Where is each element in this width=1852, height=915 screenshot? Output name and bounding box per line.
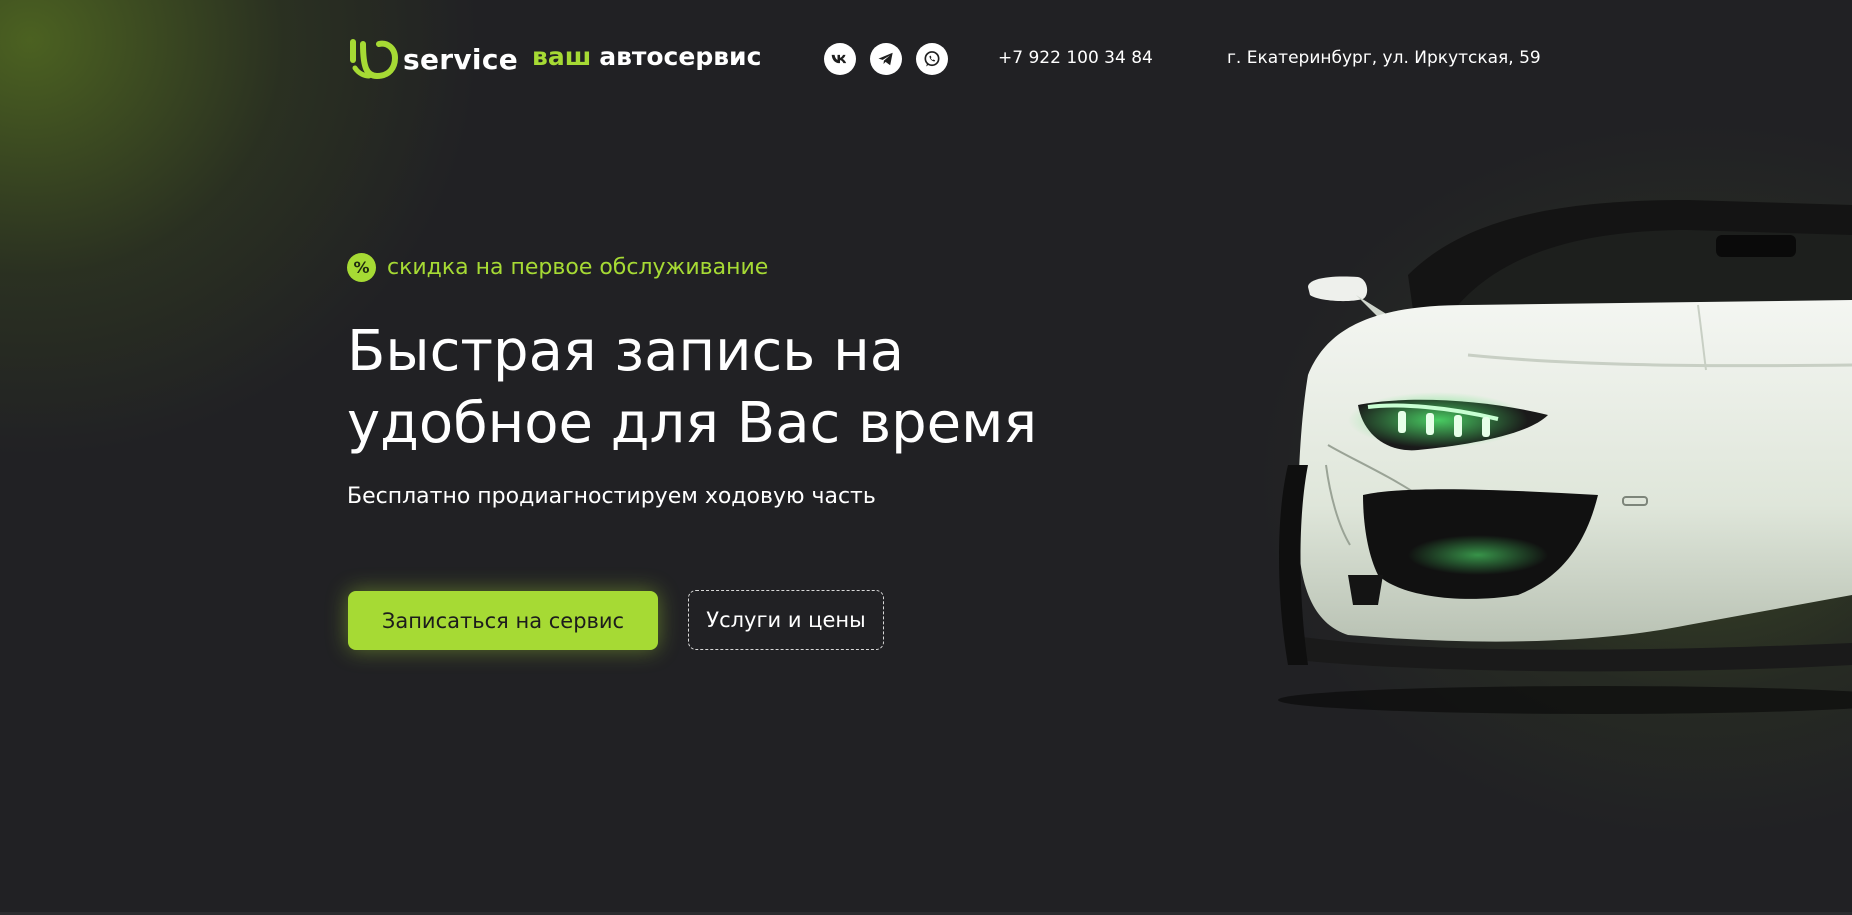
discount-badge: % скидка на первое обслуживание bbox=[347, 253, 768, 282]
whatsapp-link[interactable] bbox=[916, 43, 948, 75]
percent-icon: % bbox=[347, 253, 376, 282]
car-image bbox=[1278, 200, 1852, 714]
tagline: ваш автосервис bbox=[532, 42, 761, 71]
phone-link[interactable]: +7 922 100 34 84 bbox=[998, 48, 1153, 68]
telegram-link[interactable] bbox=[870, 43, 902, 75]
book-service-button[interactable]: Записаться на сервис bbox=[348, 591, 658, 650]
tagline-accent: ваш bbox=[532, 42, 592, 71]
whatsapp-icon bbox=[924, 51, 940, 67]
telegram-icon bbox=[878, 52, 893, 66]
vk-icon bbox=[831, 54, 847, 64]
hero-subtitle: Бесплатно продиагностируем ходовую часть bbox=[347, 484, 876, 509]
services-prices-button[interactable]: Услуги и цены bbox=[688, 590, 884, 650]
logo[interactable]: service bbox=[347, 38, 518, 80]
logo-mark-icon bbox=[350, 39, 399, 80]
vk-link[interactable] bbox=[824, 43, 856, 75]
address: г. Екатеринбург, ул. Иркутская, 59 bbox=[1227, 48, 1541, 68]
logo-text: service bbox=[403, 42, 519, 76]
social-links bbox=[824, 43, 948, 75]
hero-title: Быстрая запись на удобное для Вас время bbox=[347, 319, 1038, 456]
discount-text: скидка на первое обслуживание bbox=[387, 255, 769, 280]
tagline-rest: автосервис bbox=[599, 42, 762, 71]
